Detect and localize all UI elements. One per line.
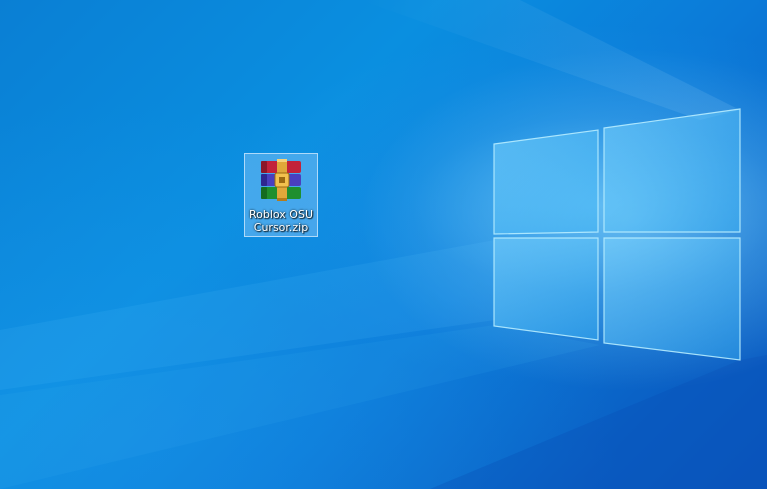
desktop[interactable]: Roblox OSU Cursor.zip [0,0,767,489]
logo-pane-top-right [603,108,741,233]
logo-pane-bottom-left [493,237,599,341]
winrar-archive-icon [261,159,301,201]
logo-pane-bottom-right [603,237,741,361]
logo-pane-top-left [493,129,599,235]
desktop-icon-label: Roblox OSU Cursor.zip [248,208,313,234]
desktop-icon-roblox-osu-cursor-zip[interactable]: Roblox OSU Cursor.zip [244,153,318,237]
windows-logo-wallpaper [0,0,767,489]
